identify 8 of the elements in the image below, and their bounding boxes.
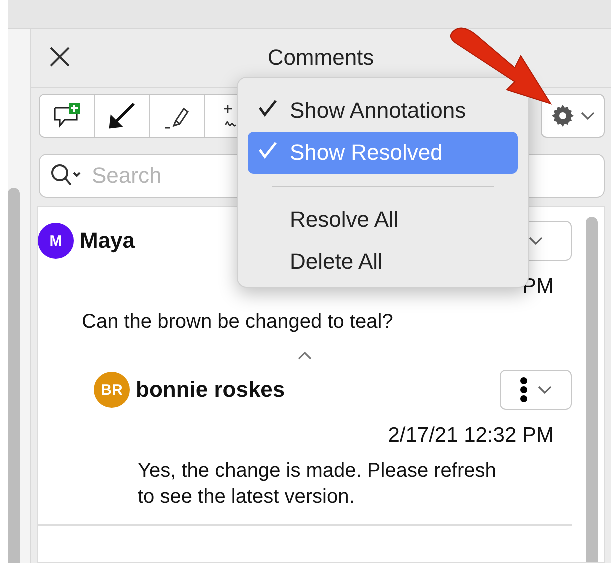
comment-text: Yes, the change is made. Please refresh to see the latest version. [137,459,498,510]
author-name: bonnie roskes [136,377,286,403]
panel-title: Comments [268,45,374,71]
avatar: M [38,223,74,259]
comment-timestamp: 2/17/21 12:32 PM [387,423,555,448]
author-name: Maya [80,228,136,254]
comment-text: Can the brown be changed to teal? [81,310,394,335]
avatar: BR [94,372,130,408]
